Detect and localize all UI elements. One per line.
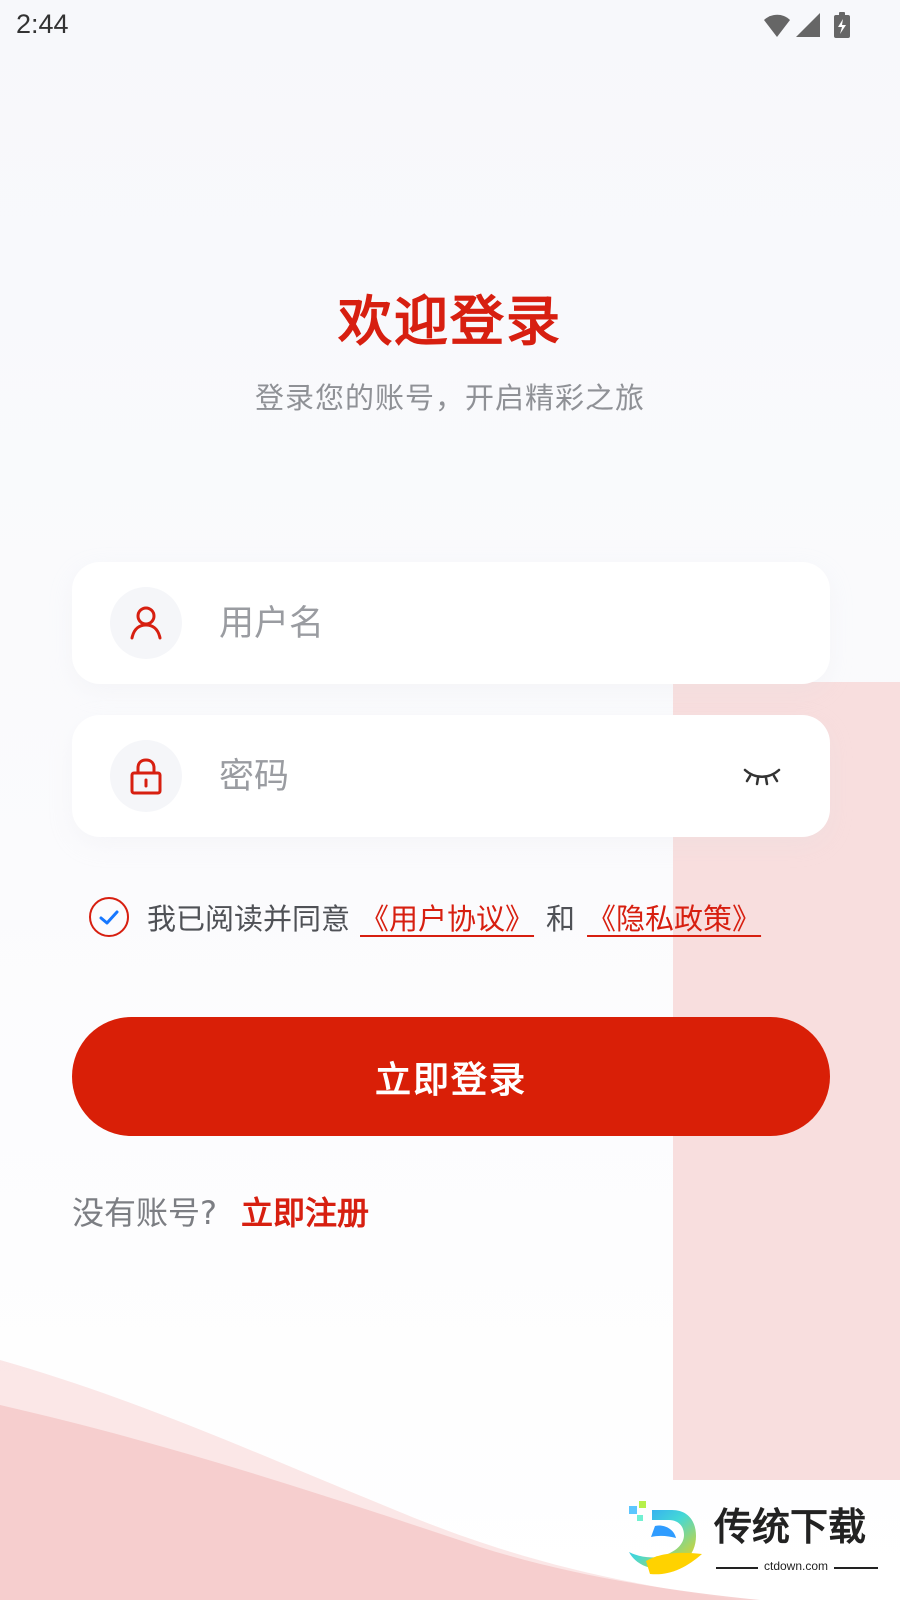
privacy-policy-link[interactable]: 《隐私政策》 — [587, 896, 761, 938]
agreement-row: 我已阅读并同意 《用户协议》 和 《隐私政策》 — [89, 893, 849, 941]
register-row: 没有账号? 立即注册 — [72, 1187, 369, 1235]
watermark-logo — [629, 1501, 702, 1575]
agreement-text: 我已阅读并同意 — [147, 902, 351, 936]
status-bar: 2:44 — [0, 0, 900, 52]
status-time: 2:44 — [16, 9, 69, 39]
watermark-title: 传统下载 — [714, 1505, 867, 1549]
user-agreement-link[interactable]: 《用户协议》 — [360, 896, 534, 938]
lock-icon — [110, 740, 182, 812]
battery-icon — [834, 12, 850, 38]
toggle-password-visibility-button[interactable] — [742, 757, 782, 793]
password-field[interactable] — [72, 715, 830, 837]
wifi-icon — [764, 14, 790, 37]
watermark-url: ctdown.com — [758, 1558, 835, 1574]
agreement-connector: 和 — [546, 902, 576, 936]
eye-closed-icon — [743, 768, 781, 786]
username-field[interactable] — [72, 562, 830, 684]
user-icon — [110, 587, 182, 659]
welcome-section: 欢迎登录 登录您的账号，开启精彩之旅 — [0, 290, 900, 416]
welcome-subtitle: 登录您的账号，开启精彩之旅 — [254, 381, 645, 415]
register-link[interactable]: 立即注册 — [241, 1188, 369, 1234]
signal-icon — [796, 13, 820, 37]
username-input[interactable] — [217, 595, 681, 653]
check-icon — [99, 910, 119, 925]
register-prompt: 没有账号? — [72, 1194, 217, 1232]
login-button[interactable]: 立即登录 — [72, 1017, 830, 1136]
watermark: 传统下载 ctdown.com — [626, 1498, 880, 1580]
agreement-checkbox[interactable] — [89, 897, 129, 937]
welcome-title: 欢迎登录 — [338, 290, 562, 353]
status-icons — [764, 12, 850, 38]
password-input[interactable] — [217, 748, 681, 806]
